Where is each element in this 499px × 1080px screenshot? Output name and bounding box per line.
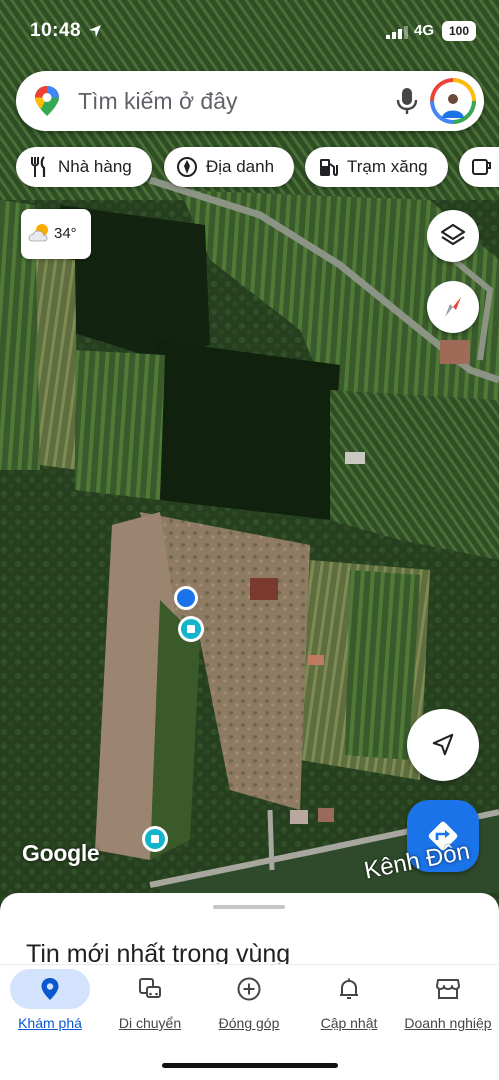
network-type: 4G <box>414 22 435 39</box>
location-arrow-icon <box>89 25 101 37</box>
bell-icon <box>340 978 358 999</box>
coffee-icon <box>472 159 491 175</box>
google-attribution: Google <box>22 840 100 866</box>
partly-cloudy-icon <box>28 224 48 242</box>
storefront-icon <box>436 979 460 999</box>
place-marker[interactable] <box>177 615 205 643</box>
compass-button[interactable] <box>427 281 479 333</box>
sheet-drag-handle[interactable] <box>213 905 285 909</box>
nav-explore[interactable]: Khám phá <box>10 965 90 1035</box>
google-maps-pin-icon <box>35 86 59 116</box>
add-circle-icon <box>237 977 261 1001</box>
gas-station-icon <box>320 159 338 177</box>
chip-coffee[interactable] <box>459 147 499 187</box>
weather-widget[interactable]: 34° <box>21 209 91 259</box>
chip-label: Địa danh <box>206 157 275 176</box>
nav-commute[interactable]: Di chuyển <box>110 965 190 1035</box>
fork-knife-icon <box>31 156 46 177</box>
place-marker[interactable] <box>141 825 169 853</box>
my-location-dot[interactable] <box>172 584 200 612</box>
nav-label: Cập nhật <box>320 1015 378 1031</box>
status-time: 10:48 <box>30 20 82 41</box>
nav-label: Di chuyển <box>118 1015 182 1031</box>
chip-landmarks[interactable]: Địa danh <box>164 147 294 187</box>
avatar-image <box>430 78 476 124</box>
navigation-arrow-icon <box>432 733 454 756</box>
commute-icon <box>139 978 161 998</box>
compass-icon <box>445 297 461 317</box>
battery-level: 100 <box>442 21 476 41</box>
nav-label: Khám phá <box>18 1015 82 1031</box>
avatar[interactable] <box>430 78 476 124</box>
chip-label: Trạm xăng <box>347 157 428 176</box>
cellular-signal-icon <box>386 26 408 39</box>
location-pin-icon <box>41 978 59 1000</box>
status-bar: 10:48 4G 100 <box>0 0 499 60</box>
nav-label: Doanh nghiệp <box>404 1015 492 1031</box>
nav-label: Đóng góp <box>218 1015 280 1031</box>
nav-updates[interactable]: Cập nhật <box>309 965 389 1035</box>
chip-restaurants[interactable]: Nhà hàng <box>16 147 152 187</box>
chip-label: Nhà hàng <box>58 157 132 176</box>
my-location-button[interactable] <box>407 709 479 781</box>
nav-contribute[interactable]: Đóng góp <box>209 965 289 1035</box>
layers-button[interactable] <box>427 210 479 262</box>
landmark-icon <box>177 157 197 177</box>
microphone-icon[interactable] <box>396 87 418 115</box>
layers-icon <box>440 223 466 246</box>
chip-gas-stations[interactable]: Trạm xăng <box>305 147 448 187</box>
home-indicator[interactable] <box>162 1063 338 1068</box>
weather-temperature: 34° <box>54 225 77 242</box>
search-input[interactable]: Tìm kiếm ở đây <box>78 88 238 115</box>
search-bar[interactable]: Tìm kiếm ở đây <box>16 71 484 131</box>
nav-business[interactable]: Doanh nghiệp <box>400 965 496 1035</box>
